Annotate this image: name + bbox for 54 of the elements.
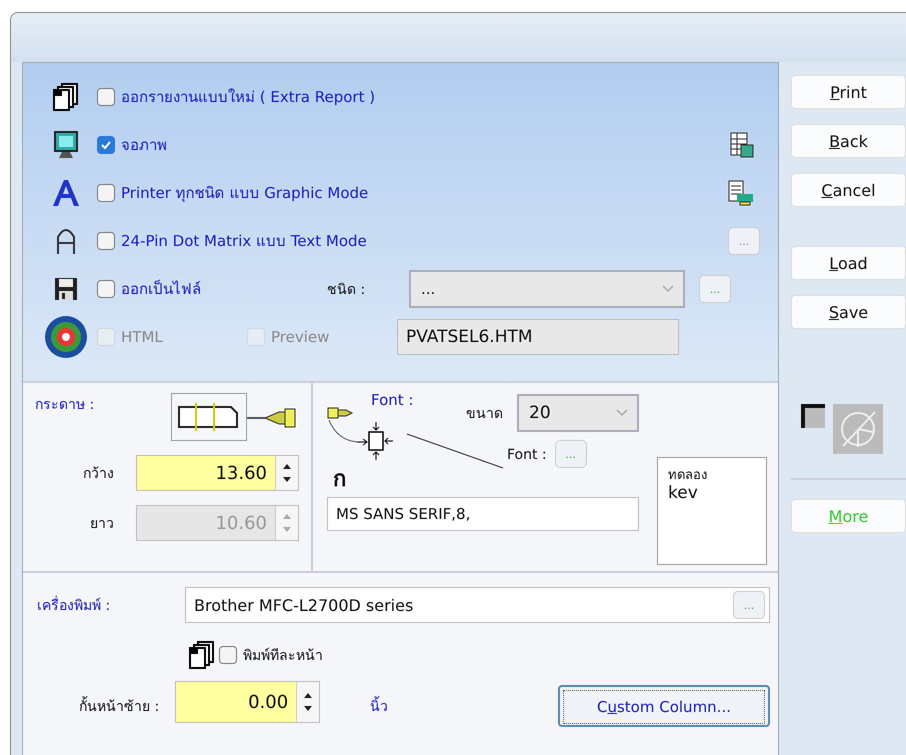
option-label: Printer ทุกชนิด แบบ Graphic Mode (121, 183, 368, 204)
type-label: ชนิด : (327, 281, 366, 300)
action-button[interactable]: Cancel (791, 173, 906, 207)
corner-icon (801, 404, 825, 428)
font-name-field[interactable]: MS SANS SERIF,8, (327, 497, 639, 531)
preview-text: ทดลอง (668, 468, 708, 484)
custom-column-button[interactable]: Custom Column... (558, 685, 770, 727)
monitor-icon (53, 131, 79, 159)
checkbox[interactable] (97, 280, 115, 298)
table-icon[interactable] (730, 132, 754, 158)
margin-spinner[interactable]: 0.00 (175, 681, 320, 723)
globe-icon (44, 315, 88, 359)
printer-name: Brother MFC-L2700D series (194, 596, 414, 614)
checkbox[interactable] (97, 184, 115, 202)
checkbox[interactable] (97, 232, 115, 250)
option-label: ออกรายงานแบบใหม่ ( Extra Report ) (121, 87, 376, 108)
printer-icon[interactable] (728, 180, 754, 206)
action-button[interactable]: Load (791, 246, 906, 280)
printer-label: เครื่องพิมพ์ : (37, 594, 185, 616)
type-dropdown[interactable]: ... (409, 270, 685, 308)
length-label: ยาว (90, 515, 114, 534)
action-button[interactable]: Print (791, 75, 906, 109)
font-sample-glyph: ก (333, 467, 347, 493)
caret-icon (615, 408, 629, 418)
letter-icon (52, 179, 80, 207)
checkbox[interactable] (97, 88, 115, 106)
size-dropdown[interactable]: 20 (517, 394, 639, 432)
checkbox[interactable] (97, 136, 115, 154)
font-title: Font : (371, 391, 414, 409)
width-label: กว้าง (83, 465, 114, 484)
paper-icon (171, 393, 247, 441)
filename-field[interactable]: PVATSEL6.HTM (397, 319, 679, 355)
option-label: จอภาพ (121, 135, 167, 156)
size-label: ขนาด (466, 405, 503, 424)
chart-icon (833, 404, 883, 454)
preview-text: kev (668, 484, 699, 502)
outline-letter-icon (55, 227, 77, 255)
caret-icon (661, 284, 675, 294)
checkbox[interactable] (219, 646, 237, 664)
option-label: พิมพ์ทีละหน้า (243, 646, 323, 666)
pages-icon (189, 641, 215, 669)
option-label: Preview (271, 328, 330, 346)
option-label: 24-Pin Dot Matrix แบบ Text Mode (121, 231, 367, 252)
width-spinner[interactable]: 13.60 (136, 455, 299, 491)
action-button[interactable]: Back (791, 124, 906, 158)
action-button[interactable]: Save (791, 295, 906, 329)
option-label: HTML (121, 328, 163, 346)
font-label: Font : (507, 447, 547, 463)
printer-field[interactable]: Brother MFC-L2700D series ... (185, 587, 770, 623)
pages-icon (53, 83, 79, 111)
margin-label: กั้นหน้าซ้าย : (79, 695, 160, 717)
option-label: ออกเป็นไฟล์ (121, 278, 201, 300)
unit-label: นิ้ว (370, 695, 388, 717)
paper-label: กระดาษ : (35, 396, 94, 415)
